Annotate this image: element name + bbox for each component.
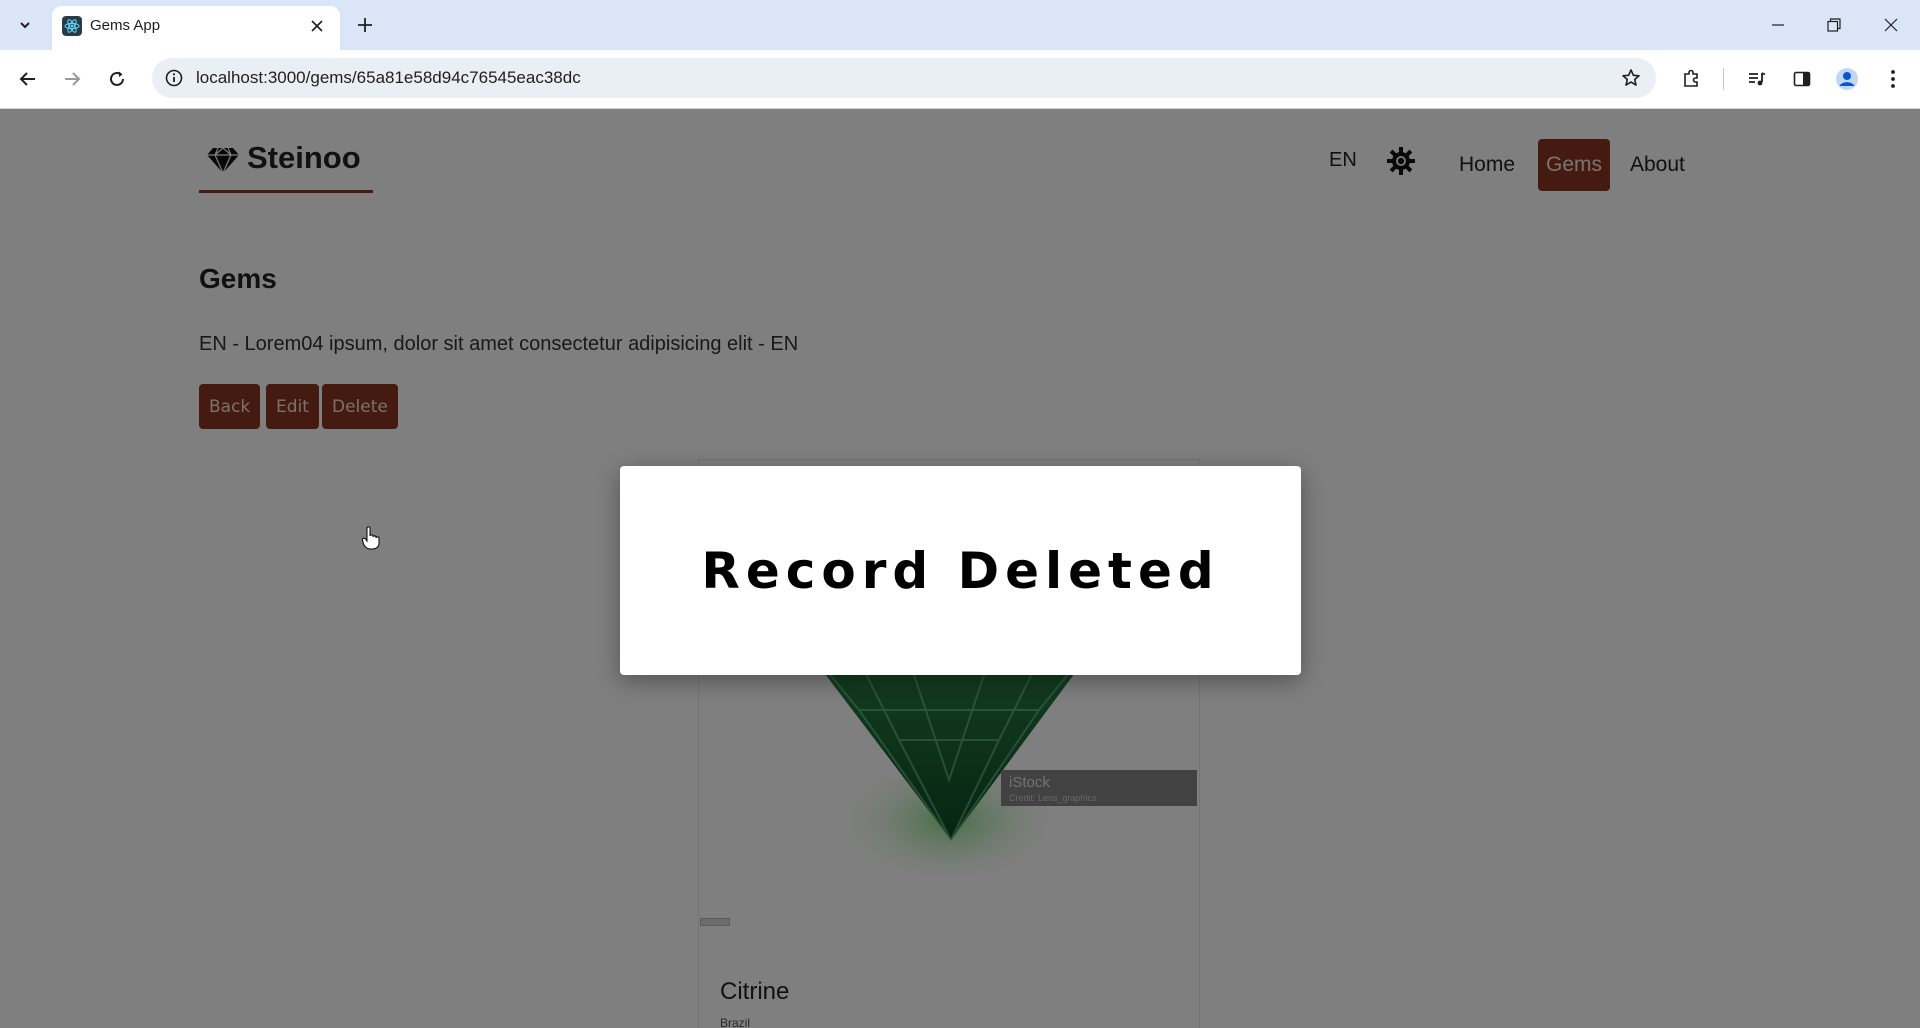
browser-toolbar: localhost:3000/gems/65a81e58d94c76545eac… — [0, 50, 1920, 109]
browser-tab-strip: Gems App — [0, 0, 1920, 50]
site-info-icon[interactable] — [162, 66, 186, 90]
forward-arrow-icon[interactable] — [57, 64, 87, 94]
react-favicon-icon — [62, 16, 82, 36]
web-page: Steinoo EN Home Gems About Gems EN - Lor… — [0, 109, 1920, 1028]
side-panel-icon[interactable] — [1788, 65, 1816, 93]
tab-title: Gems App — [90, 17, 161, 34]
url-text: localhost:3000/gems/65a81e58d94c76545eac… — [196, 68, 581, 87]
toolbar-divider — [1723, 68, 1724, 90]
modal-message: Record Deleted — [701, 541, 1220, 600]
restore-icon[interactable] — [1819, 10, 1849, 40]
address-bar[interactable]: localhost:3000/gems/65a81e58d94c76545eac… — [152, 58, 1656, 98]
back-arrow-icon[interactable] — [13, 64, 43, 94]
bookmark-star-icon[interactable] — [1618, 65, 1644, 91]
profile-avatar-icon[interactable] — [1833, 65, 1861, 93]
hand-pointer-cursor-icon — [362, 526, 380, 550]
media-controls-icon[interactable] — [1743, 65, 1771, 93]
tab-search-chevron-icon[interactable] — [12, 12, 38, 38]
extensions-puzzle-icon[interactable] — [1677, 65, 1705, 93]
new-tab-plus-icon[interactable] — [352, 12, 378, 38]
tab-close-icon[interactable] — [305, 14, 329, 38]
record-deleted-modal: Record Deleted — [620, 466, 1301, 675]
browser-tab[interactable]: Gems App — [52, 6, 340, 50]
reload-icon[interactable] — [102, 64, 132, 94]
close-window-icon[interactable] — [1876, 10, 1906, 40]
minimize-icon[interactable] — [1763, 10, 1793, 40]
browser-menu-kebab-icon[interactable] — [1879, 65, 1907, 93]
